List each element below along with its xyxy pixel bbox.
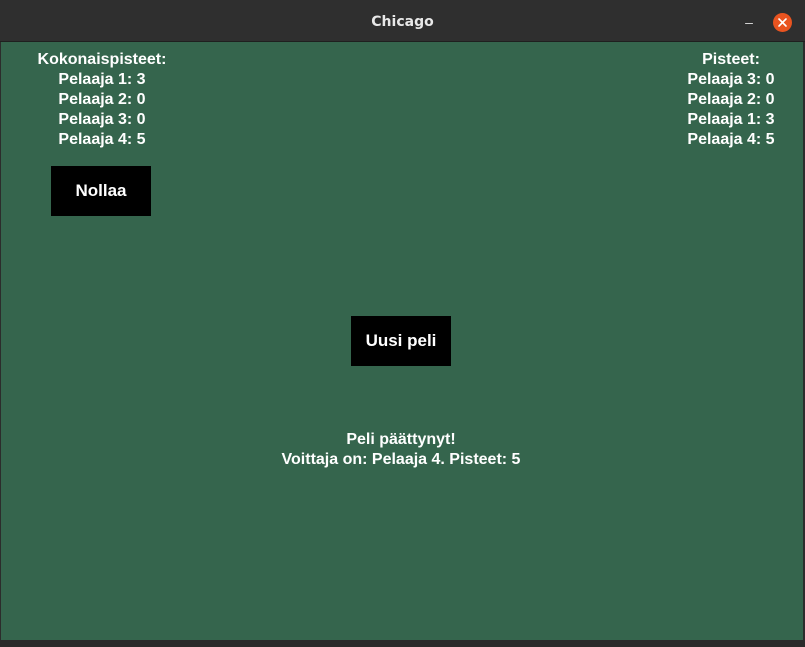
window-title: Chicago [371, 14, 434, 30]
total-scores-panel: Kokonaispisteet: Pelaaja 1: 3 Pelaaja 2:… [15, 50, 189, 150]
total-score-row: Pelaaja 3: 0 [58, 111, 146, 128]
round-score-row: Pelaaja 3: 0 [687, 71, 775, 88]
game-over-text: Peli päättynyt! [346, 431, 456, 448]
total-score-row: Pelaaja 4: 5 [58, 131, 146, 148]
game-result: Peli päättynyt! Voittaja on: Pelaaja 4. … [201, 430, 601, 470]
reset-button[interactable]: Nollaa [51, 166, 151, 216]
total-scores-heading: Kokonaispisteet: [37, 51, 167, 68]
title-bar[interactable]: Chicago – [0, 0, 805, 42]
app-window: Chicago – Kokonaispisteet: Pelaaja 1: 3 … [0, 0, 805, 647]
game-table: Kokonaispisteet: Pelaaja 1: 3 Pelaaja 2:… [1, 42, 803, 640]
new-game-button[interactable]: Uusi peli [351, 316, 451, 366]
round-scores-panel: Pisteet: Pelaaja 3: 0 Pelaaja 2: 0 Pelaa… [665, 50, 797, 150]
close-icon[interactable] [773, 13, 792, 32]
round-scores-heading: Pisteet: [702, 51, 760, 68]
total-score-row: Pelaaja 2: 0 [58, 91, 146, 108]
round-score-row: Pelaaja 1: 3 [687, 111, 775, 128]
minimize-icon[interactable]: – [740, 13, 758, 31]
round-score-row: Pelaaja 4: 5 [687, 131, 775, 148]
total-score-row: Pelaaja 1: 3 [58, 71, 146, 88]
bottom-edge [0, 640, 805, 647]
round-score-row: Pelaaja 2: 0 [687, 91, 775, 108]
winner-text: Voittaja on: Pelaaja 4. Pisteet: 5 [281, 451, 521, 468]
